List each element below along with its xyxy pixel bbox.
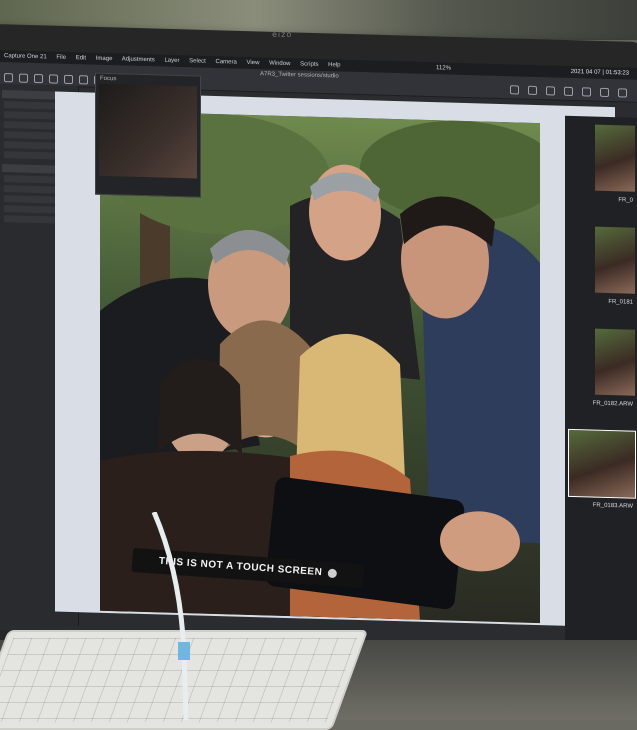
tool-icons-right xyxy=(510,85,627,98)
import-icon[interactable] xyxy=(4,73,13,83)
menu-edit[interactable]: Edit xyxy=(76,55,86,61)
filmstrip-thumbnail[interactable] xyxy=(595,124,635,192)
menu-image[interactable]: Image xyxy=(96,56,113,62)
crop-icon[interactable] xyxy=(79,75,88,85)
undo-icon[interactable] xyxy=(34,73,43,84)
menu-layer[interactable]: Layer xyxy=(164,58,179,64)
gear-icon[interactable] xyxy=(618,88,627,98)
menu-scripts[interactable]: Scripts xyxy=(300,61,318,68)
grid-view-icon[interactable] xyxy=(510,85,519,95)
compare-icon[interactable] xyxy=(528,85,537,95)
filmstrip: FR_0 FR_0181 FR_0182.ARW FR_0183.ARW xyxy=(565,115,637,648)
export-icon[interactable] xyxy=(600,87,609,98)
menu-help[interactable]: Help xyxy=(328,62,340,68)
focus-panel[interactable]: Focus xyxy=(95,72,201,198)
document-title: A7R3_Twitter sessions/studio xyxy=(260,71,339,80)
loupe-icon[interactable] xyxy=(564,86,573,97)
filmstrip-item-selected[interactable]: FR_0183.ARW xyxy=(565,422,637,526)
filmstrip-item[interactable]: FR_0181 xyxy=(565,218,637,322)
filmstrip-thumbnail[interactable] xyxy=(568,428,636,499)
reset-icon[interactable] xyxy=(49,74,58,84)
filmstrip-item[interactable]: FR_0 xyxy=(565,116,637,220)
zoom-level: 112% xyxy=(436,65,451,72)
menu-window[interactable]: Window xyxy=(269,61,290,68)
warning-icon[interactable] xyxy=(546,86,555,96)
app-menu[interactable]: Capture One 21 xyxy=(4,53,47,60)
monitor-brand-logo: eizo xyxy=(272,30,293,39)
edit-icon[interactable] xyxy=(582,87,591,97)
menu-camera[interactable]: Camera xyxy=(216,59,237,66)
filmstrip-filename: FR_0181 xyxy=(608,298,633,306)
capture-icon[interactable] xyxy=(19,73,28,83)
focus-preview xyxy=(99,83,197,179)
pan-icon[interactable] xyxy=(64,74,73,85)
monitor-screen: Capture One 21 File Edit Image Adjustmen… xyxy=(0,50,637,648)
menu-adjustments[interactable]: Adjustments xyxy=(122,56,155,63)
menu-file[interactable]: File xyxy=(56,55,66,61)
filmstrip-filename: FR_0183.ARW xyxy=(592,502,633,510)
notice-dot-icon xyxy=(327,568,338,579)
iv-tube-icon xyxy=(151,512,190,720)
filmstrip-item[interactable]: FR_0182.ARW xyxy=(565,320,637,424)
filmstrip-thumbnail[interactable] xyxy=(595,328,635,396)
menu-view[interactable]: View xyxy=(247,60,260,66)
menu-select[interactable]: Select xyxy=(189,58,206,64)
filmstrip-filename: FR_0 xyxy=(618,197,633,204)
filmstrip-thumbnail[interactable] xyxy=(595,226,635,294)
filmstrip-filename: FR_0182.ARW xyxy=(592,400,633,408)
